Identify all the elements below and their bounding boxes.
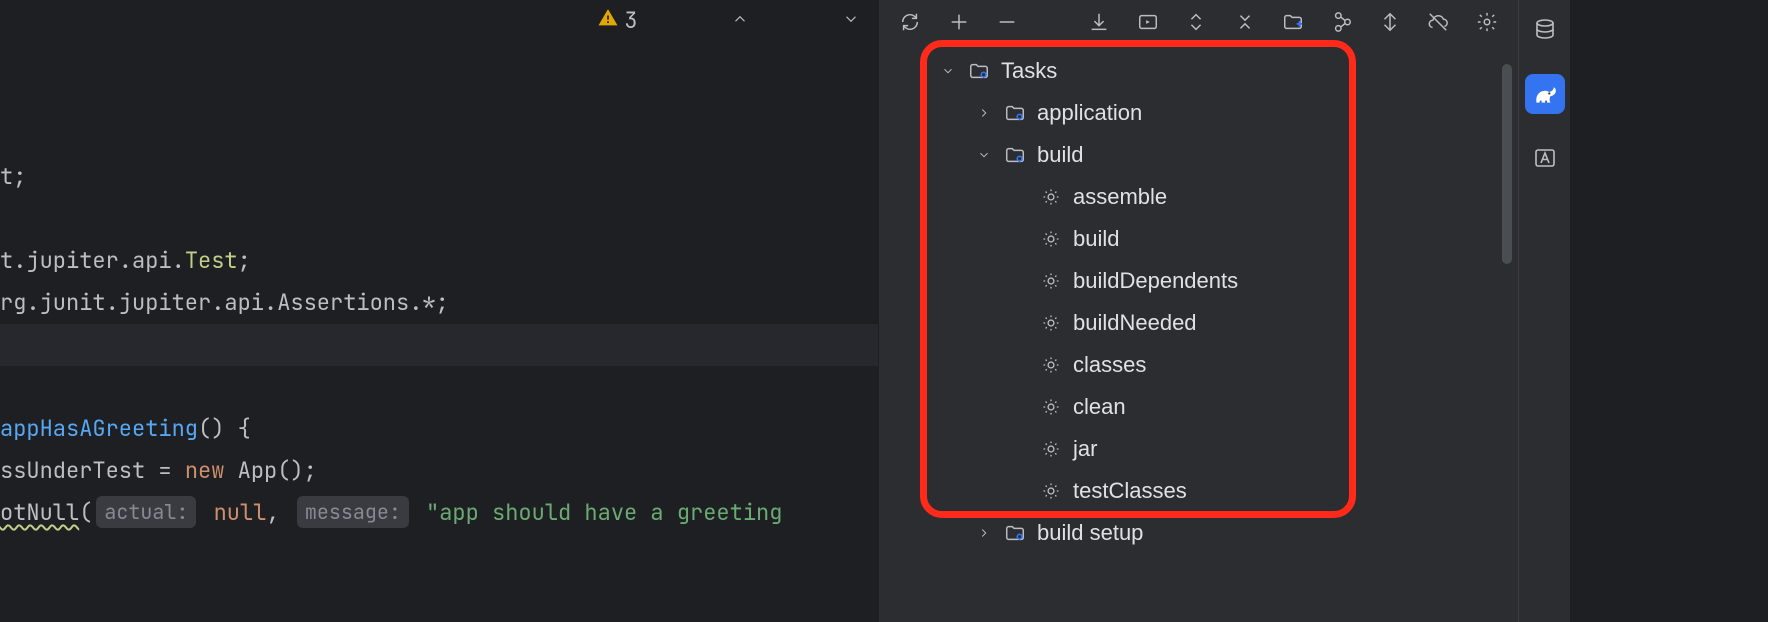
tree-node-label: buildNeeded [1073,310,1197,336]
gear-icon [1039,311,1063,335]
download-icon[interactable] [1088,8,1110,36]
settings-gear-icon[interactable] [1476,8,1498,36]
code-token: ( [79,498,92,527]
tree-node-label: application [1037,100,1142,126]
code-line[interactable]: t; [0,156,878,198]
refresh-icon[interactable] [899,8,921,36]
right-tool-strip [1518,0,1570,622]
gear-icon [1039,269,1063,293]
code-token: , [266,498,292,527]
folder-gear-icon [967,59,991,83]
inlay-hint: actual: [96,496,196,528]
code-line[interactable] [0,324,878,366]
tree-node[interactable]: clean [879,386,1518,428]
tree-node[interactable]: classes [879,344,1518,386]
tree-node-label: jar [1073,436,1097,462]
code-line[interactable]: ssUnderTest = new App(); [0,450,878,492]
tree-node[interactable]: build [879,218,1518,260]
folder-gear-icon [1003,143,1027,167]
code-token: ssUnderTest = [0,456,185,485]
code-token: appHasAGreeting [0,414,198,443]
code-token: null [214,498,267,527]
warning-count: 3 [624,0,637,42]
gradle-tool-window: Tasks application build assemble build buildD… [878,0,1518,622]
next-highlight-icon[interactable] [763,0,860,84]
editor-content[interactable]: t; t.jupiter.api.Test; rg.junit.jupiter.ap… [0,126,878,534]
tree-node[interactable]: testClasses [879,470,1518,512]
editor-inspection-widget[interactable]: 3 [493,0,860,42]
folder-gear-icon [1003,101,1027,125]
code-token: rg.junit.jupiter.api.Assertions.*; [0,288,449,317]
code-token: Test [185,246,238,275]
tree-node[interactable]: build [879,134,1518,176]
toggle-offline-icon[interactable] [1379,8,1401,36]
code-token: "app should have a greeting [426,498,782,527]
code-line[interactable] [0,198,878,240]
code-line[interactable]: otNull(actual: null, message: "app shoul… [0,492,878,534]
code-token: new [185,456,225,485]
code-token: () { [198,414,251,443]
inlay-hint: message: [297,496,409,528]
code-token: App(); [224,456,316,485]
panel-scrollbar[interactable] [1502,64,1512,264]
warning-triangle-icon [493,0,619,84]
gear-icon [1039,437,1063,461]
tree-node[interactable]: Tasks [879,50,1518,92]
code-line[interactable]: appHasAGreeting() { [0,408,878,450]
chevron-down-icon[interactable] [975,148,993,162]
collapse-icon[interactable] [1234,8,1256,36]
gear-icon [1039,479,1063,503]
gradle-elephant-icon[interactable] [1525,74,1565,114]
text-a-icon[interactable] [1525,138,1565,178]
tree-node[interactable]: assemble [879,176,1518,218]
cloud-off-icon[interactable] [1427,8,1449,36]
tree-node-label: assemble [1073,184,1167,210]
code-token: t; [0,162,26,191]
warning-badge[interactable]: 3 [493,0,638,84]
tree-node-label: Tasks [1001,58,1057,84]
tree-node-label: build [1037,142,1083,168]
chevron-down-icon[interactable] [939,64,957,78]
code-line[interactable] [0,366,878,408]
tree-node-label: clean [1073,394,1126,420]
prev-highlight-icon[interactable] [652,0,749,84]
add-module-icon[interactable] [1282,8,1304,36]
code-token: t.jupiter.api. [0,246,185,275]
tree-node-label: build setup [1037,520,1143,546]
code-line[interactable]: t.jupiter.api.Test; [0,240,878,282]
tree-node[interactable]: buildDependents [879,260,1518,302]
run-config-icon[interactable] [1137,8,1159,36]
tree-node-label: buildDependents [1073,268,1238,294]
code-token: ; [238,246,251,275]
tree-node[interactable]: jar [879,428,1518,470]
code-line[interactable]: rg.junit.jupiter.api.Assertions.*; [0,282,878,324]
gradle-task-tree[interactable]: Tasks application build assemble build buildD… [879,50,1518,622]
code-token [200,498,213,527]
code-token [413,498,426,527]
database-icon[interactable] [1525,10,1565,50]
minus-icon[interactable] [996,8,1018,36]
gear-icon [1039,227,1063,251]
folder-gear-icon [1003,521,1027,545]
analyze-icon[interactable] [1330,8,1352,36]
gear-icon [1039,185,1063,209]
tree-node-label: testClasses [1073,478,1187,504]
gradle-toolbar [879,0,1518,44]
chevron-right-icon[interactable] [975,106,993,120]
tree-node[interactable]: build setup [879,512,1518,554]
plus-icon[interactable] [947,8,969,36]
expand-icon[interactable] [1185,8,1207,36]
code-editor[interactable]: 3 t; t.jupiter.api.Test; rg.junit.jupiter.… [0,0,878,622]
tree-node-label: classes [1073,352,1146,378]
tree-node[interactable]: application [879,92,1518,134]
code-token: otNull [0,498,79,527]
chevron-right-icon[interactable] [975,526,993,540]
tree-node-label: build [1073,226,1119,252]
gear-icon [1039,395,1063,419]
gear-icon [1039,353,1063,377]
tree-node[interactable]: buildNeeded [879,302,1518,344]
